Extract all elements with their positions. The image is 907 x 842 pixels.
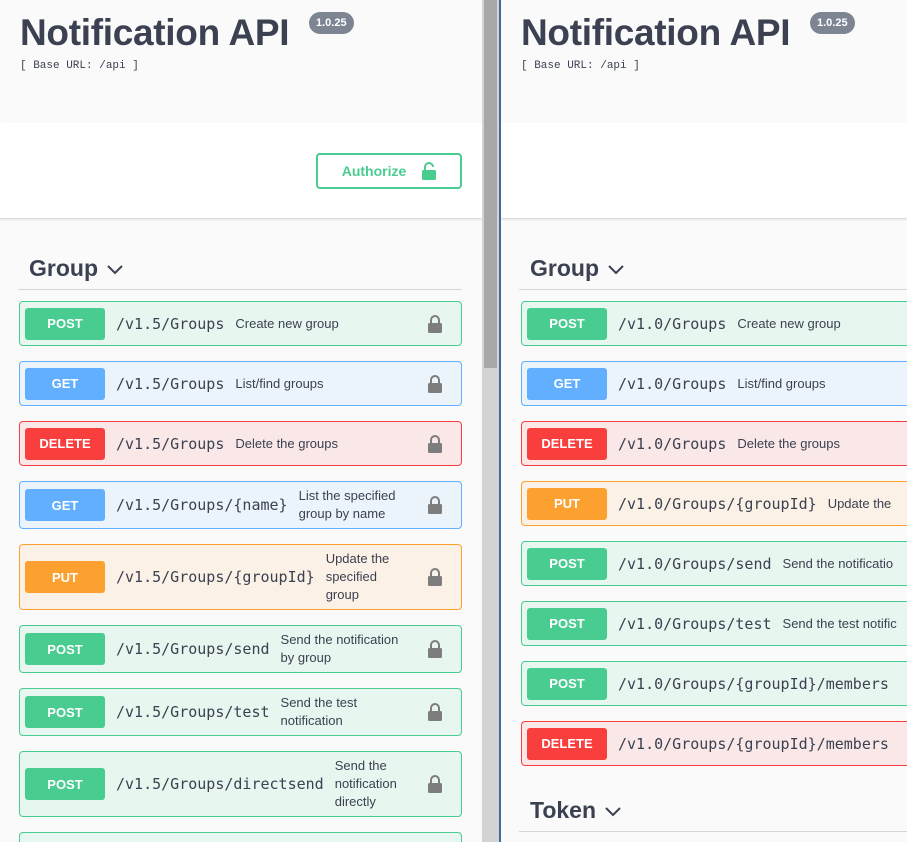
method-badge: PUT [25, 561, 105, 593]
operation-path: /v1.0/Groups/send [618, 554, 772, 573]
tag-group-header[interactable]: Group [18, 248, 462, 290]
authorize-button[interactable]: Authorize [316, 153, 462, 189]
operation-post[interactable]: POST/v1.0/Groups/{groupId}/members [521, 661, 907, 706]
operation-post[interactable]: POST/v1.0/Groups/test Send the test notif… [521, 601, 907, 646]
method-badge: POST [25, 696, 105, 728]
right-swagger-pane: Notification API 1.0.25 [ Base URL: /api… [501, 0, 907, 842]
operation-summary: Send the test notification [280, 695, 358, 728]
scrollbar-thumb[interactable] [484, 0, 497, 368]
operation-path: /v1.5/Groups [116, 434, 225, 453]
operation-path: /v1.0/Groups [618, 434, 727, 453]
method-badge: POST [25, 633, 105, 665]
method-badge: POST [25, 768, 105, 800]
operation-path: /v1.0/Groups [618, 374, 727, 393]
operation-path: /v1.5/Groups/{groupId} [116, 568, 315, 586]
lock-icon[interactable] [428, 703, 442, 721]
api-info: Notification API 1.0.25 [ Base URL: /api… [501, 0, 907, 123]
unlock-icon [422, 162, 437, 180]
tag-name: Token [530, 797, 597, 823]
scheme-container [501, 123, 907, 219]
operation-summary: Send the notification by group [280, 632, 399, 665]
operation-path: /v1.5/Groups/send [116, 640, 270, 658]
operation-get[interactable]: GET/v1.5/Groups/{name} List the specified… [19, 481, 462, 529]
operation-get[interactable]: GET/v1.5/Groups List/find groups [19, 361, 462, 406]
lock-icon[interactable] [428, 374, 442, 393]
operation-post[interactable]: POST/v1.5/Groups/send Send the notificati… [19, 625, 462, 673]
lock-icon[interactable] [428, 314, 442, 333]
version-badge: 1.0.25 [309, 12, 354, 34]
version-badge: 1.0.25 [810, 12, 855, 34]
base-url: [ Base URL: /api ] [521, 60, 640, 72]
method-badge: POST [25, 307, 105, 340]
method-badge: DELETE [527, 727, 607, 760]
operation-delete[interactable]: DELETE/v1.0/Groups/{groupId}/members [521, 721, 907, 766]
authorize-label: Authorize [341, 163, 407, 179]
chevron-down-icon [608, 264, 624, 274]
operation-summary: Send the test notific [782, 615, 897, 631]
operation-delete[interactable]: DELETE/v1.0/Groups Delete the groups [521, 421, 907, 466]
scheme-container: Authorize [0, 123, 482, 219]
method-badge: DELETE [527, 427, 607, 460]
operation-summary: Delete the groups [737, 435, 840, 451]
operation-path: /v1.0/Groups/{groupId}/members [618, 674, 889, 693]
left-swagger-pane: Notification API 1.0.25 [ Base URL: /api… [0, 0, 482, 842]
operation-path: /v1.0/Groups [618, 314, 727, 333]
operation-path: /v1.5/Groups/{name} [116, 496, 288, 514]
method-badge: GET [25, 367, 105, 400]
operation-post[interactable]: POST/v1.5/Groups/test Send the test notif… [19, 688, 462, 736]
method-badge: POST [527, 667, 607, 700]
operation-summary: Update the [827, 495, 892, 511]
operation-summary: Send the notification directly [334, 758, 397, 809]
operation-summary: Send the notificatio [782, 555, 894, 571]
lock-icon[interactable] [428, 496, 442, 514]
operation-summary: Update the specified group [325, 551, 390, 602]
operation-path: /v1.5/Groups [116, 314, 225, 333]
operation-path: /v1.5/Groups [116, 374, 225, 393]
method-badge: PUT [527, 487, 607, 520]
operation-post[interactable]: POST/v1.5/Groups/directsend Send the noti… [19, 751, 462, 817]
operation-summary: List/find groups [737, 375, 826, 391]
operation-post[interactable]: POST/v1.5/Groups Create new group [19, 301, 462, 346]
operation-summary: Create new group [737, 315, 841, 331]
method-badge: POST [527, 307, 607, 340]
method-badge: POST [527, 607, 607, 640]
chevron-down-icon [605, 806, 621, 816]
lock-icon[interactable] [428, 775, 442, 793]
operation-path: /v1.5/Groups/test [116, 703, 270, 721]
chevron-down-icon [107, 264, 123, 274]
api-info: Notification API 1.0.25 [ Base URL: /api… [0, 0, 482, 123]
method-badge: GET [25, 489, 105, 521]
operation-put[interactable]: PUT/v1.0/Groups/{groupId} Update the [521, 481, 907, 526]
method-badge: DELETE [25, 427, 105, 460]
tag-group-header[interactable]: Group [519, 248, 907, 290]
operation-summary: List the specified group by name [298, 488, 396, 521]
lock-icon[interactable] [428, 568, 442, 586]
lock-icon[interactable] [428, 434, 442, 453]
operation-path: /v1.0/Groups/test [618, 614, 772, 633]
tag-name: Group [29, 255, 98, 281]
operation-path: /v1.5/Groups/directsend [116, 775, 324, 793]
method-badge: GET [527, 367, 607, 400]
lock-icon[interactable] [428, 640, 442, 658]
api-title: Notification API [521, 12, 791, 53]
api-title: Notification API [20, 12, 290, 53]
operation-delete[interactable]: DELETE/v1.5/Groups Delete the groups [19, 421, 462, 466]
operation-post[interactable] [19, 832, 462, 842]
operation-path: /v1.0/Groups/{groupId} [618, 494, 817, 513]
base-url: [ Base URL: /api ] [20, 60, 139, 72]
operation-put[interactable]: PUT/v1.5/Groups/{groupId} Update the spec… [19, 544, 462, 610]
operation-path: /v1.0/Groups/{groupId}/members [618, 734, 889, 753]
method-badge: POST [527, 547, 607, 580]
operation-post[interactable]: POST/v1.0/Groups Create new group [521, 301, 907, 346]
operation-summary: List/find groups [235, 375, 324, 391]
operation-get[interactable]: GET/v1.0/Groups List/find groups [521, 361, 907, 406]
tag-name: Group [530, 255, 599, 281]
operation-summary: Create new group [235, 315, 339, 331]
operation-post[interactable]: POST/v1.0/Groups/send Send the notificati… [521, 541, 907, 586]
operation-summary: Delete the groups [235, 435, 338, 451]
tag-token-header[interactable]: Token [519, 790, 907, 832]
